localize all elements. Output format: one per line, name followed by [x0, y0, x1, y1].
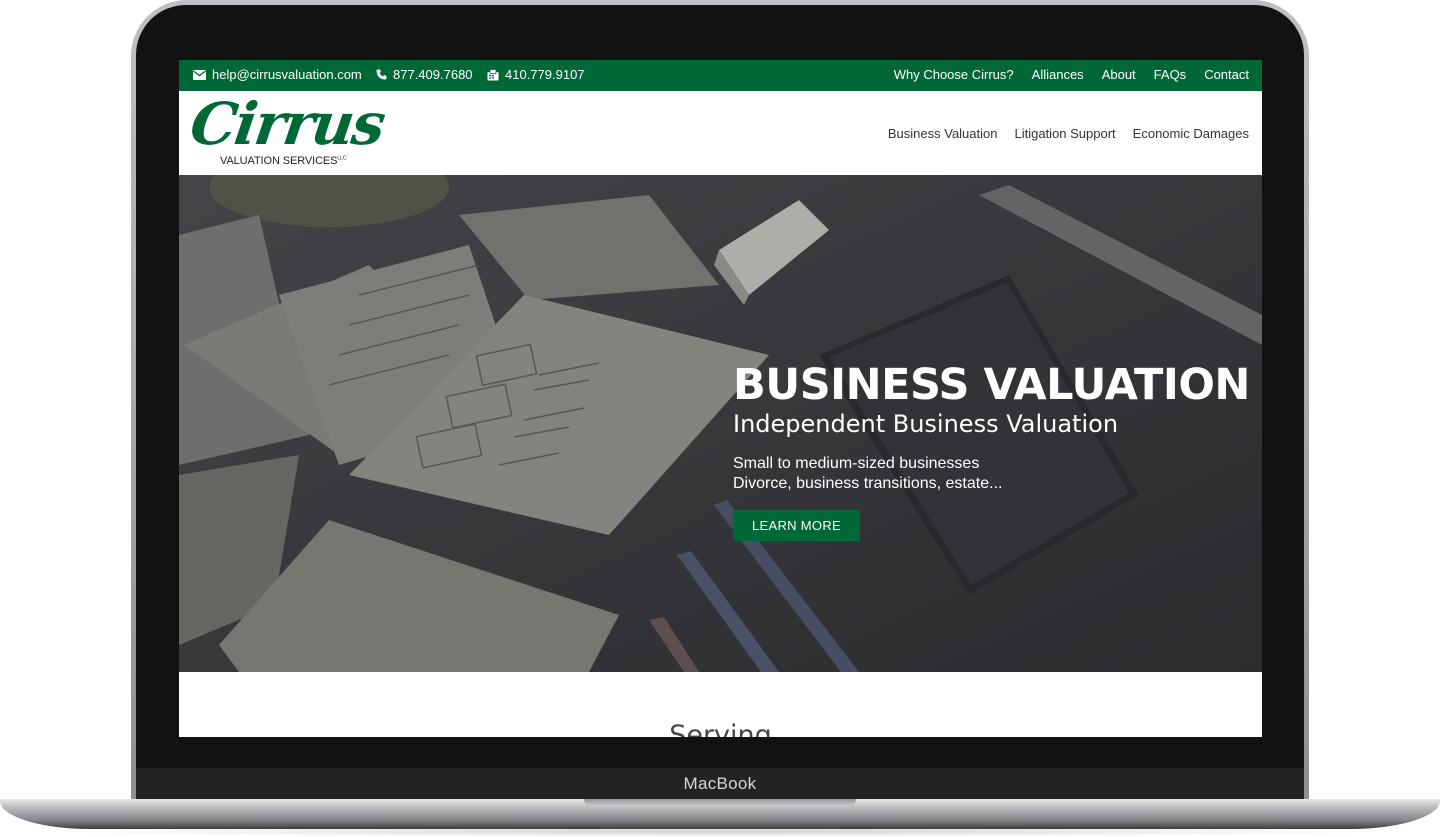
hero-content: BUSINESS VALUATION Independent Business … — [733, 361, 1250, 541]
top-nav-why-choose[interactable]: Why Choose Cirrus? — [894, 67, 1014, 82]
fax-icon — [487, 68, 499, 81]
phone-icon — [376, 69, 387, 80]
site-header: Cirrus VALUATION SERVICESLLC Business Va… — [179, 90, 1262, 175]
laptop-notch — [584, 799, 856, 807]
nav-economic-damages[interactable]: Economic Damages — [1133, 126, 1249, 141]
website-screen: help@cirrusvaluation.com 877.409.7680 41… — [179, 60, 1262, 737]
top-nav-alliances[interactable]: Alliances — [1032, 67, 1084, 82]
site-logo[interactable]: Cirrus VALUATION SERVICESLLC — [186, 90, 388, 169]
top-nav-about[interactable]: About — [1102, 67, 1136, 82]
logo-wordmark: Cirrus — [186, 90, 388, 158]
fax-number[interactable]: 410.779.9107 — [505, 67, 585, 82]
hero-banner: BUSINESS VALUATION Independent Business … — [179, 175, 1262, 672]
hero-subtitle: Independent Business Valuation — [733, 410, 1119, 438]
content-section: Serving — [179, 672, 1262, 737]
hero-description: Small to medium-sized businesses Divorce… — [733, 454, 1250, 494]
nav-litigation-support[interactable]: Litigation Support — [1014, 126, 1115, 141]
hero-title: BUSINESS VALUATION — [733, 360, 1250, 410]
top-nav-contact[interactable]: Contact — [1204, 67, 1249, 82]
main-nav: Business Valuation Litigation Support Ec… — [888, 126, 1249, 141]
top-nav: Why Choose Cirrus? Alliances About FAQs … — [894, 67, 1249, 82]
email-link[interactable]: help@cirrusvaluation.com — [212, 67, 362, 82]
learn-more-button[interactable]: LEARN MORE — [733, 510, 860, 541]
logo-llc: LLC — [337, 155, 347, 162]
hero-line-2: Divorce, business transitions, estate... — [733, 475, 1003, 492]
fax-contact[interactable]: 410.779.9107 — [487, 67, 585, 82]
nav-business-valuation[interactable]: Business Valuation — [888, 126, 998, 141]
section-heading: Serving — [669, 720, 772, 737]
device-label: MacBook — [683, 774, 757, 793]
phone-number[interactable]: 877.409.7680 — [393, 67, 473, 82]
logo-subtitle: VALUATION SERVICESLLC — [220, 155, 347, 167]
top-nav-faqs[interactable]: FAQs — [1154, 67, 1187, 82]
email-contact[interactable]: help@cirrusvaluation.com — [193, 67, 362, 82]
envelope-icon — [193, 69, 206, 80]
phone-contact[interactable]: 877.409.7680 — [376, 67, 473, 82]
hero-line-1: Small to medium-sized businesses — [733, 455, 980, 472]
top-contact-bar: help@cirrusvaluation.com 877.409.7680 41… — [179, 60, 1262, 91]
